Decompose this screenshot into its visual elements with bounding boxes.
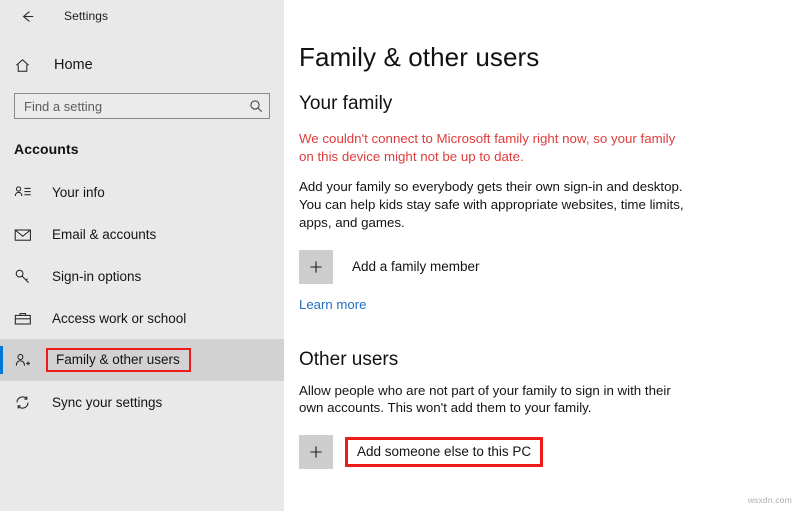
briefcase-icon [14, 311, 40, 326]
contact-card-icon [14, 184, 40, 200]
key-icon [14, 268, 40, 285]
sync-icon [14, 394, 40, 411]
home-icon [14, 57, 42, 74]
sidebar-nav: Your info Email & accounts Sign-in optio… [0, 171, 284, 423]
sidebar-item-email-accounts-label: Email & accounts [52, 226, 157, 242]
person-plus-icon [14, 352, 40, 369]
learn-more-link[interactable]: Learn more [299, 297, 366, 312]
add-someone-else-button[interactable]: Add someone else to this PC [299, 435, 800, 470]
sidebar-group-title: Accounts [14, 141, 79, 157]
back-arrow-icon[interactable] [12, 3, 42, 29]
sidebar: Settings Home Accounts [0, 0, 284, 511]
main-content: Family & other users Your family We coul… [284, 0, 800, 511]
your-family-heading: Your family [299, 93, 393, 114]
sidebar-item-access-work-school-label: Access work or school [52, 310, 187, 326]
sidebar-item-your-info-label: Your info [52, 184, 105, 200]
search-input[interactable] [24, 98, 249, 114]
plus-icon [299, 249, 333, 284]
sidebar-item-access-work-school[interactable]: Access work or school [0, 297, 284, 339]
add-family-member-label: Add a family member [352, 259, 480, 275]
sidebar-item-family-other-users[interactable]: Family & other users [0, 339, 284, 381]
sidebar-item-family-other-users-label: Family & other users [46, 347, 191, 373]
sidebar-item-sync-settings-label: Sync your settings [52, 394, 163, 410]
sidebar-item-your-info[interactable]: Your info [0, 171, 284, 213]
family-error-message: We couldn't connect to Microsoft family … [299, 131, 676, 164]
sidebar-item-signin-options-label: Sign-in options [52, 268, 142, 284]
page-title: Family & other users [299, 42, 540, 72]
add-family-member-button[interactable]: Add a family member [299, 249, 800, 284]
family-description: Add your family so everybody gets their … [299, 179, 684, 230]
sidebar-item-signin-options[interactable]: Sign-in options [0, 255, 284, 297]
app-title: Settings [64, 9, 109, 23]
watermark: wsxdn.com [747, 495, 792, 505]
sidebar-item-home[interactable]: Home [0, 48, 284, 82]
settings-window: Settings Home Accounts [0, 0, 800, 511]
title-bar: Settings [0, 0, 284, 32]
add-someone-else-label: Add someone else to this PC [345, 436, 544, 468]
search-box[interactable] [14, 93, 270, 119]
search-icon [249, 99, 263, 113]
sidebar-item-home-label: Home [54, 57, 93, 73]
envelope-icon [14, 227, 40, 242]
other-users-heading: Other users [299, 348, 399, 370]
sidebar-item-email-accounts[interactable]: Email & accounts [0, 213, 284, 255]
other-users-description: Allow people who are not part of your fa… [299, 382, 671, 416]
sidebar-item-sync-settings[interactable]: Sync your settings [0, 381, 284, 423]
plus-icon [299, 435, 333, 470]
